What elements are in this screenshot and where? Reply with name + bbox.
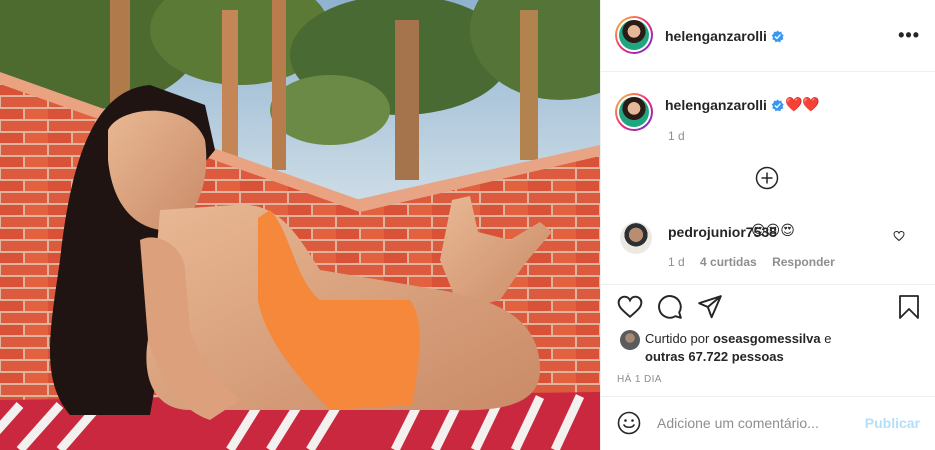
- comment-text: 😍😍😍: [751, 222, 795, 238]
- post-header: helenganzarolli •••: [601, 0, 935, 72]
- likes-others[interactable]: outras 67.722 pessoas: [645, 349, 784, 364]
- comment-heart-icon[interactable]: [893, 230, 905, 242]
- caption-time[interactable]: 1 d: [668, 129, 685, 143]
- share-icon[interactable]: [697, 294, 723, 320]
- post-photo[interactable]: [0, 0, 600, 450]
- comment-meta: 1 d 4 curtidas Responder: [668, 255, 847, 269]
- comment-likes[interactable]: 4 curtidas: [700, 255, 757, 269]
- author-username[interactable]: helenganzarolli: [665, 28, 784, 44]
- liker-avatar[interactable]: [620, 330, 640, 350]
- caption-avatar[interactable]: [615, 93, 653, 131]
- liker-username[interactable]: oseasgomessilva: [713, 331, 821, 346]
- comment-time[interactable]: 1 d: [668, 255, 685, 269]
- smiley-icon[interactable]: [617, 411, 641, 435]
- post-date[interactable]: HÁ 1 DIA: [617, 374, 662, 385]
- caption-text: ❤️❤️: [785, 96, 820, 112]
- verified-icon: [771, 99, 784, 112]
- post-side-panel: helenganzarolli ••• helenganzarolli ❤️❤️…: [600, 0, 935, 450]
- add-icon[interactable]: [755, 166, 779, 190]
- save-icon[interactable]: [897, 294, 921, 320]
- author-avatar[interactable]: [615, 16, 653, 54]
- actions-divider: [601, 284, 935, 285]
- likes-line-2[interactable]: outras 67.722 pessoas: [645, 349, 784, 364]
- likes-line-1: Curtido por oseasgomessilva e: [645, 331, 831, 346]
- add-comment-bar: Publicar: [601, 396, 935, 450]
- more-options-icon[interactable]: •••: [898, 26, 920, 44]
- post-image: [0, 0, 600, 450]
- comment-input[interactable]: [657, 411, 857, 435]
- reply-button[interactable]: Responder: [772, 255, 835, 269]
- verified-icon: [771, 30, 784, 43]
- caption-username[interactable]: helenganzarolli: [665, 97, 784, 113]
- commenter-avatar[interactable]: [620, 222, 652, 254]
- heart-icon[interactable]: [617, 294, 643, 320]
- comment-icon[interactable]: [657, 294, 683, 320]
- publish-button[interactable]: Publicar: [865, 415, 920, 431]
- likes-conj: e: [824, 331, 832, 346]
- likes-prefix: Curtido por: [645, 331, 710, 346]
